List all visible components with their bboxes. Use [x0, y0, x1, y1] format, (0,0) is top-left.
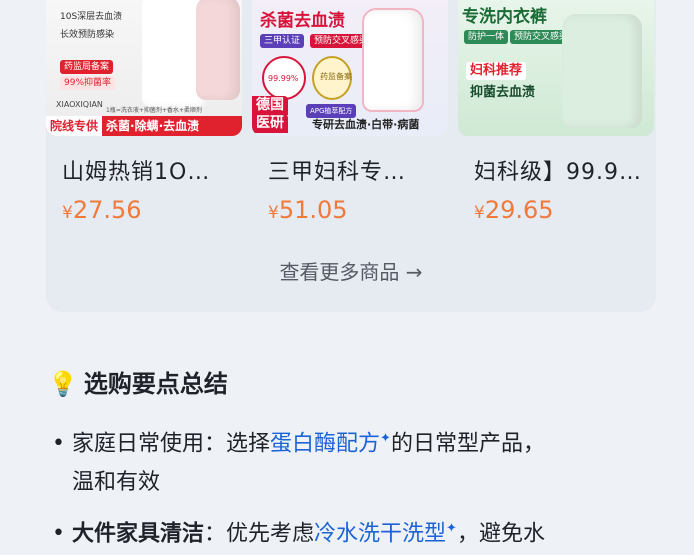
- product-image[interactable]: 专洗内衣裤 防护一体 预防交叉感染 妇科推荐 抑菌去血渍: [458, 0, 654, 136]
- price-value: 29.65: [484, 196, 554, 224]
- image-text: 抑菌去血渍: [470, 85, 536, 100]
- image-text: 99.99%: [268, 74, 299, 83]
- image-text: 长效预防感染: [60, 30, 115, 40]
- bottle-graphic: [196, 0, 240, 100]
- image-text: 专研去血渍·白带·病菌: [312, 118, 420, 131]
- image-text: 德国: [252, 96, 288, 115]
- product-image[interactable]: 10S深层去血渍 长效预防感染 药监局备案 99%抑菌率 XIAOXIQIAN …: [46, 0, 242, 136]
- image-text: 10S深层去血渍: [60, 12, 123, 22]
- image-text: 药监局备案: [60, 60, 114, 74]
- tip-text: 温和有效: [72, 470, 161, 495]
- tip-text: 的日常型产品，: [390, 431, 545, 457]
- bottle-graphic: [362, 8, 424, 112]
- tip-item: • 家庭日常使用：选择蛋白酶配方✦的日常型产品，: [52, 418, 545, 465]
- currency-symbol: ¥: [268, 203, 279, 223]
- view-more-products-link[interactable]: 查看更多商品 →: [46, 256, 656, 285]
- price-value: 51.05: [278, 196, 348, 224]
- ribbon-lead: 院线专供: [46, 116, 103, 136]
- image-text: 防护一体: [464, 30, 509, 44]
- image-text: 专洗内衣裤: [462, 7, 547, 27]
- ribbon-text: 杀菌·除螨·去血渍: [106, 119, 200, 133]
- product-price: ¥51.05: [268, 196, 348, 224]
- product-title[interactable]: 三甲妇科专…: [268, 154, 406, 186]
- tips-heading-text: 选购要点总结: [83, 370, 228, 398]
- tip-text: 家庭日常使用：选择: [72, 431, 271, 457]
- product-card[interactable]: 专洗内衣裤 防护一体 预防交叉感染 妇科推荐 抑菌去血渍 妇科级】99.9… ¥…: [458, 0, 654, 224]
- price-value: 27.56: [72, 196, 142, 224]
- tips-heading: 💡 选购要点总结: [48, 364, 228, 399]
- keyword-link[interactable]: 冷水洗干洗型: [314, 521, 446, 546]
- lightbulb-icon: 💡: [48, 370, 78, 398]
- tip-heading: 大件家具清洁: [72, 521, 205, 547]
- image-text: 医研: [252, 114, 288, 133]
- currency-symbol: ¥: [474, 203, 485, 223]
- keyword-link[interactable]: 蛋白酶配方: [270, 431, 380, 456]
- image-text: 99%抑菌率: [60, 76, 116, 90]
- product-card[interactable]: 10S深层去血渍 长效预防感染 药监局备案 99%抑菌率 XIAOXIQIAN …: [46, 0, 242, 224]
- tip-text: ，避免水: [456, 521, 545, 547]
- tip-item-continuation: 温和有效: [72, 462, 160, 504]
- sparkle-icon: ✦: [446, 521, 457, 536]
- image-text: XIAOXIQIAN: [56, 100, 103, 109]
- tip-text: ：优先考虑: [204, 521, 315, 547]
- product-title[interactable]: 山姆热销1O…: [62, 154, 210, 186]
- product-price: ¥29.65: [474, 196, 554, 224]
- bottle-graphic: [562, 14, 642, 128]
- image-text: 三甲认证: [260, 34, 305, 48]
- currency-symbol: ¥: [62, 203, 73, 223]
- product-price: ¥27.56: [62, 196, 142, 224]
- image-text: 药监备案: [320, 72, 352, 81]
- product-title[interactable]: 妇科级】99.9…: [474, 154, 642, 186]
- image-text: 妇科推荐: [466, 62, 527, 80]
- product-card[interactable]: 杀菌去血渍 三甲认证 预防交叉感染 99.99% 药监备案 德国 医研 APG植…: [252, 0, 448, 224]
- sparkle-icon: ✦: [380, 431, 391, 446]
- product-image[interactable]: 杀菌去血渍 三甲认证 预防交叉感染 99.99% 药监备案 德国 医研 APG植…: [252, 0, 448, 136]
- image-text: 杀菌去血渍: [260, 11, 345, 31]
- bullet: •: [52, 521, 65, 547]
- image-text: APG植萃配方: [306, 104, 357, 118]
- bullet: •: [52, 431, 65, 457]
- promo-ribbon: 院线专供 杀菌·除螨·去血渍: [46, 116, 242, 136]
